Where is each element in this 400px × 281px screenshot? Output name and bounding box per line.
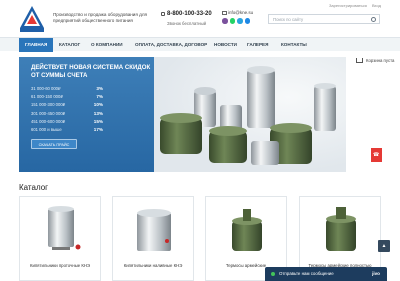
discount-row: 61 000-150 000₽ 7% — [31, 94, 103, 100]
nav-item-catalog[interactable]: Каталог — [59, 38, 80, 52]
catalog-card-title[interactable]: Кипятильники наливные КНЭ — [115, 263, 191, 268]
cart-status: Корзина пуста — [366, 58, 395, 63]
nav-item-payment[interactable]: Оплата, доставка, договор — [135, 38, 207, 52]
hero-title: Действует новая система скидок от суммы … — [31, 64, 151, 79]
phone-icon — [161, 12, 165, 16]
catalog-card[interactable]: Кипятильники наливные КНЭ — [112, 196, 194, 281]
vk-icon[interactable] — [244, 18, 250, 24]
catalog-card[interactable]: Кипятильники проточные КНЭ — [19, 196, 101, 281]
discount-row: 451 000-600 000₽ 15% — [31, 118, 103, 124]
chat-label[interactable]: Отправьте нам сообщение — [279, 271, 334, 276]
nav-item-news[interactable]: Новости — [214, 38, 237, 52]
scroll-up-button[interactable]: ▲ — [378, 240, 390, 252]
nav-item-gallery[interactable]: Галерея — [247, 38, 268, 52]
discount-row: 601 000 и выше 17% — [31, 126, 103, 132]
messenger-links — [222, 18, 250, 24]
site-header: Производство и продажа оборудования для … — [0, 0, 400, 36]
nav-item-about[interactable]: О компании — [91, 38, 123, 52]
viber-icon[interactable] — [222, 18, 228, 24]
product-image — [232, 209, 262, 251]
catalog-card-title[interactable]: Кипятильники проточные КНЭ — [22, 263, 98, 268]
chat-widget[interactable]: Отправьте нам сообщение jivo — [265, 267, 387, 281]
callback-tab[interactable]: ☎ — [371, 148, 382, 162]
search-icon[interactable] — [371, 17, 376, 22]
login-link[interactable]: Вход — [372, 3, 381, 8]
discount-list: 31 000-60 000₽ 3% 61 000-150 000₽ 7% 151 0… — [31, 86, 103, 135]
jivo-logo-icon: jivo — [372, 271, 380, 276]
product-photo — [160, 66, 336, 165]
discount-row: 151 000-300 000₽ 10% — [31, 102, 103, 108]
search-box[interactable]: Поиск по сайту — [268, 14, 380, 24]
product-image — [137, 209, 171, 251]
auth-links: Зарегистрироваться Вход — [325, 3, 381, 8]
whatsapp-icon[interactable] — [229, 18, 235, 24]
hero-banner: Действует новая система скидок от суммы … — [19, 57, 346, 172]
catalog-heading: Каталог — [19, 183, 49, 192]
cart-icon — [356, 58, 363, 63]
hero-product-image — [154, 57, 346, 172]
download-price-button[interactable]: Скачать прайс — [31, 139, 77, 149]
nav-item-contacts[interactable]: Контакты — [281, 38, 307, 52]
phone-number[interactable]: 8-800-100-33-20 — [167, 11, 212, 17]
email-link[interactable]: info@kne.su — [228, 10, 253, 15]
telegram-icon[interactable] — [237, 18, 243, 24]
online-status-icon — [271, 272, 275, 276]
register-link[interactable]: Зарегистрироваться — [329, 3, 367, 8]
company-logo[interactable] — [19, 5, 45, 33]
product-image — [48, 206, 81, 250]
email-icon — [222, 11, 227, 15]
discount-panel: Действует новая система скидок от суммы … — [19, 57, 154, 172]
main-navigation: Главная Каталог О компании Оплата, доста… — [0, 37, 400, 52]
company-tagline: Производство и продажа оборудования для … — [53, 12, 147, 23]
discount-row: 301 000-450 000₽ 13% — [31, 110, 103, 116]
phone-note: Звонок бесплатный — [167, 21, 206, 26]
cart-widget[interactable]: Корзина пуста — [352, 55, 400, 79]
search-input[interactable]: Поиск по сайту — [273, 17, 303, 22]
nav-item-home[interactable]: Главная — [19, 38, 54, 52]
discount-row: 31 000-60 000₽ 3% — [31, 86, 103, 91]
callback-icon: ☎ — [373, 152, 380, 158]
product-image — [326, 207, 356, 251]
